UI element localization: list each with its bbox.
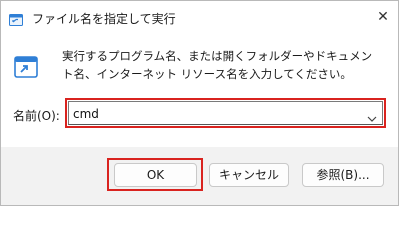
run-dialog: ファイル名を指定して実行 ✕ 実行するプログラム名、または開くフォルダーやドキュ… (0, 0, 399, 206)
chevron-down-icon[interactable] (366, 109, 378, 122)
run-app-icon (9, 11, 23, 26)
open-input-frame: cmd (68, 101, 383, 125)
close-icon: ✕ (377, 9, 389, 25)
ok-button[interactable]: OK (114, 163, 197, 187)
close-button[interactable]: ✕ (372, 7, 394, 27)
title-bar: ファイル名を指定して実行 ✕ (1, 1, 398, 35)
open-field-label: 名前(O): (13, 109, 60, 123)
open-combobox[interactable]: cmd (65, 98, 386, 128)
open-input[interactable]: cmd (73, 107, 99, 121)
browse-button[interactable]: 参照(B)... (302, 163, 384, 187)
run-dialog-icon (14, 56, 38, 78)
instruction-text: 実行するプログラム名、または開くフォルダーやドキュメント名、インターネット リソ… (62, 49, 373, 81)
window-title: ファイル名を指定して実行 (32, 12, 176, 26)
cancel-button[interactable]: キャンセル (209, 163, 289, 187)
